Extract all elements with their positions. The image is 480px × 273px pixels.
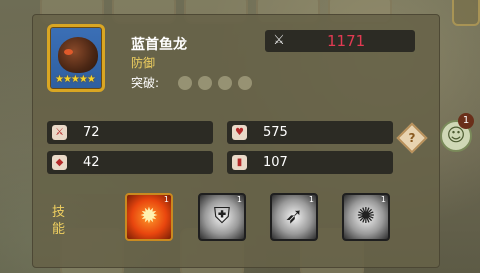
stat-defense-value: 42: [83, 155, 100, 170]
stat-health: ♥ 575: [227, 121, 393, 144]
shield-icon: ◆: [52, 155, 67, 170]
hero-role: 防御: [131, 56, 156, 70]
combat-power-box: ⚔ 1171: [265, 30, 415, 52]
skill-level: 1: [236, 195, 242, 204]
breakthrough-label: 突破:: [131, 76, 160, 90]
top-tab[interactable]: [452, 0, 480, 26]
breakthrough-dot: [198, 76, 212, 90]
stat-health-value: 575: [263, 125, 288, 140]
stat-defense: ◆ 42: [47, 151, 213, 174]
breakthrough-dots: [178, 76, 252, 90]
star-rating: ★★★★★: [55, 74, 96, 85]
stat-attack: ⚔ 72: [47, 121, 213, 144]
skill-level: 1: [163, 195, 169, 204]
combat-power-value: 1171: [327, 32, 366, 50]
skills-label: 技能: [52, 205, 66, 237]
bar-chart-icon: ▮: [232, 155, 247, 170]
breakthrough-dot: [178, 76, 192, 90]
help-label: ?: [408, 131, 416, 145]
hero-portrait[interactable]: ★★★★★: [47, 24, 105, 92]
breakthrough-dot: [238, 76, 252, 90]
skill-2-shield-spikes[interactable]: ⛨ 1: [198, 193, 246, 241]
skill-4-dark-orb[interactable]: ✺ 1: [342, 193, 390, 241]
breakthrough-dot: [218, 76, 232, 90]
stat-speed-value: 107: [263, 155, 288, 170]
stat-speed: ▮ 107: [227, 151, 393, 174]
crossed-swords-icon: ⚔: [273, 33, 285, 48]
skill-level: 1: [308, 195, 314, 204]
sword-icon: ⚔: [52, 125, 67, 140]
notification-badge: 1: [458, 113, 474, 129]
skill-3-bite[interactable]: ➶ 1: [270, 193, 318, 241]
stat-attack-value: 72: [83, 125, 100, 140]
skill-1-fire-burst[interactable]: ✹ 1: [125, 193, 173, 241]
heart-icon: ♥: [232, 125, 247, 140]
hero-name: 蓝首鱼龙: [131, 37, 187, 53]
skill-level: 1: [380, 195, 386, 204]
creature-avatar: [58, 37, 98, 73]
